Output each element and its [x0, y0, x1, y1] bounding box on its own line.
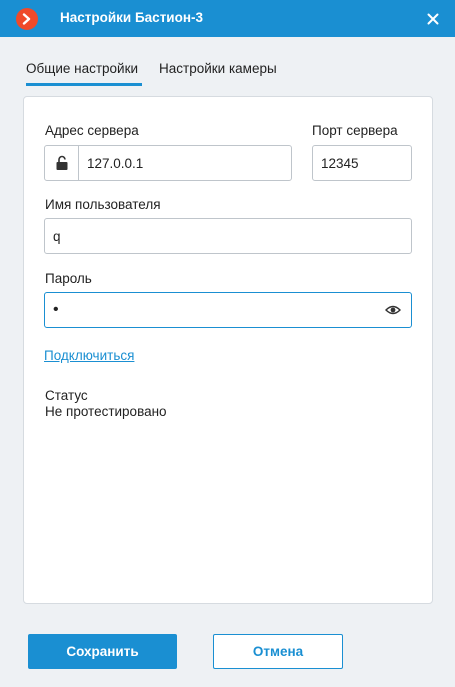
tab-general-settings[interactable]: Общие настройки — [26, 61, 138, 76]
app-logo-icon — [16, 8, 38, 30]
tab-camera-settings[interactable]: Настройки камеры — [159, 61, 277, 76]
window-title: Настройки Бастион-3 — [60, 10, 204, 25]
status-value: Не протестировано — [45, 404, 167, 419]
title-bar: Настройки Бастион-3 — [0, 0, 455, 37]
server-address-value: 127.0.0.1 — [87, 155, 144, 171]
close-icon — [427, 13, 439, 25]
status-label: Статус — [45, 388, 88, 403]
server-address-field[interactable]: 127.0.0.1 — [44, 145, 292, 181]
eye-icon — [385, 305, 401, 315]
server-port-label: Порт сервера — [312, 123, 398, 138]
unlock-icon — [56, 155, 67, 170]
lock-toggle[interactable] — [45, 146, 79, 180]
settings-panel: Адрес сервера 127.0.0.1 Порт сервера 123… — [23, 96, 433, 604]
username-value: q — [53, 228, 61, 244]
show-password-button[interactable] — [385, 304, 401, 316]
active-tab-indicator — [26, 83, 142, 86]
save-button[interactable]: Сохранить — [28, 634, 177, 669]
password-label: Пароль — [45, 271, 92, 286]
tab-bar: Общие настройки Настройки камеры — [0, 37, 455, 87]
server-address-label: Адрес сервера — [45, 123, 139, 138]
password-value: • — [53, 301, 59, 318]
password-field[interactable]: • — [44, 292, 412, 328]
username-field[interactable]: q — [44, 218, 412, 254]
cancel-button[interactable]: Отмена — [213, 634, 343, 669]
server-port-field[interactable]: 12345 — [312, 145, 412, 181]
connect-link[interactable]: Подключиться — [44, 348, 134, 363]
username-label: Имя пользователя — [45, 197, 161, 212]
server-port-value: 12345 — [321, 155, 359, 171]
close-button[interactable] — [423, 9, 443, 29]
